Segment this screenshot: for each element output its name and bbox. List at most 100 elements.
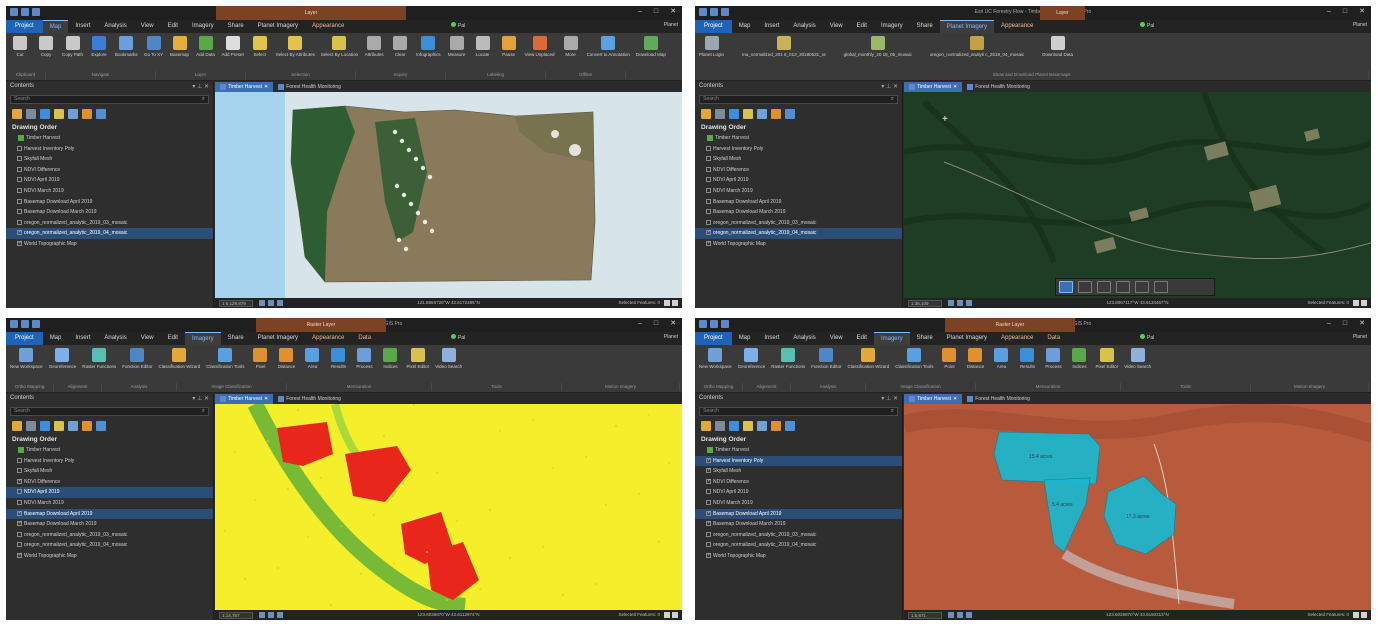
- tab-view[interactable]: View: [134, 20, 161, 33]
- layer-item[interactable]: Harvest Inventory Poly: [695, 144, 902, 155]
- ribbon-button[interactable]: Distance: [963, 348, 987, 369]
- layer-item[interactable]: oregon_normalized_analytic_2019_03_mosai…: [6, 218, 213, 229]
- map-canvas[interactable]: [215, 404, 682, 610]
- layer-item[interactable]: ✓ Harvest Inventory Poly: [695, 455, 902, 467]
- list-by-selection-icon[interactable]: [40, 109, 50, 119]
- tab-imagery[interactable]: Imagery: [184, 332, 221, 345]
- list-by-editing-icon[interactable]: [54, 421, 64, 431]
- ribbon-button[interactable]: Georeference: [736, 348, 768, 369]
- ribbon-button[interactable]: Point: [937, 348, 961, 369]
- map-tab[interactable]: Timber Harvest ✕: [904, 82, 963, 92]
- layer-visibility-checkbox[interactable]: [17, 198, 22, 204]
- ribbon-button[interactable]: Cut: [8, 36, 32, 57]
- tab-edit[interactable]: Edit: [850, 20, 874, 33]
- layer-item[interactable]: Harvest Inventory Poly: [6, 456, 213, 467]
- close-icon[interactable]: ✕: [264, 82, 268, 92]
- layer-item[interactable]: ✓ World Topographic Map: [6, 239, 213, 250]
- layer-visibility-checkbox[interactable]: [17, 542, 22, 548]
- tab-map[interactable]: Map: [732, 20, 758, 33]
- tab-project[interactable]: Project: [695, 20, 732, 33]
- ribbon-button[interactable]: Locate: [471, 36, 495, 57]
- tab-project[interactable]: Project: [6, 332, 43, 345]
- map-drawing[interactable]: 15.4 acres 5.4 acres 17.3 acres: [904, 404, 1371, 610]
- ribbon-button[interactable]: Video Search: [1122, 348, 1153, 369]
- map-tab[interactable]: Forest Health Monitoring: [273, 82, 346, 92]
- finish-sketch-icon[interactable]: [1154, 281, 1168, 293]
- map-tab[interactable]: Forest Health Monitoring: [273, 394, 346, 404]
- layer-item[interactable]: ✓ Basemap Download April 2019: [6, 508, 213, 520]
- ribbon-button[interactable]: More: [559, 36, 583, 57]
- layer-item[interactable]: Basemap Download March 2019: [695, 207, 902, 218]
- minimize-icon[interactable]: –: [638, 320, 642, 328]
- map-canvas[interactable]: 15.4 acres 5.4 acres 17.3 acres: [904, 404, 1371, 610]
- layer-item[interactable]: ✓ NDVI Difference: [695, 477, 902, 488]
- layer-visibility-checkbox[interactable]: [17, 177, 22, 183]
- ribbon-button[interactable]: Classification Wizard: [157, 348, 203, 369]
- ribbon-button[interactable]: Distance: [274, 348, 298, 369]
- layer-visibility-checkbox[interactable]: [706, 542, 711, 548]
- contents-search-input[interactable]: Search ⌕: [699, 95, 898, 104]
- tab-project[interactable]: Project: [6, 20, 43, 33]
- ribbon-button[interactable]: Indices: [378, 348, 402, 369]
- ribbon-button[interactable]: Download Data: [1040, 36, 1075, 57]
- ribbon-button[interactable]: Classification Tools: [893, 348, 935, 369]
- tab-planet-imagery[interactable]: Planet Imagery: [939, 20, 995, 33]
- map-view[interactable]: Timber Harvest ✕ Forest Health Monitoring…: [215, 394, 682, 620]
- map-drawing[interactable]: [215, 404, 682, 610]
- map-node-timber-harvest[interactable]: Timber Harvest: [6, 133, 213, 144]
- layer-item[interactable]: Basemap Download April 2019: [6, 197, 213, 208]
- layer-visibility-checkbox[interactable]: [706, 156, 711, 162]
- tab-view[interactable]: View: [823, 20, 850, 33]
- user-account[interactable]: Pal: [1140, 334, 1154, 341]
- ribbon-button[interactable]: Explore: [87, 36, 111, 57]
- layer-item[interactable]: ✓ NDVI Difference: [6, 477, 213, 488]
- tab-edit[interactable]: Edit: [161, 332, 185, 345]
- map-canvas[interactable]: +: [904, 92, 1371, 298]
- ribbon-button[interactable]: Process: [352, 348, 376, 369]
- list-by-selection-icon[interactable]: [729, 109, 739, 119]
- planet-account[interactable]: Planet: [664, 22, 678, 28]
- map-view[interactable]: Timber Harvest ✕ Forest Health Monitoring…: [904, 394, 1371, 620]
- layer-item[interactable]: ✓ World Topographic Map: [695, 551, 902, 562]
- ribbon-button[interactable]: Planet Login: [697, 36, 726, 57]
- ribbon-button[interactable]: Pause: [497, 36, 521, 57]
- ribbon-button[interactable]: Convert to Annotation: [585, 36, 632, 57]
- list-by-drawing-order-icon[interactable]: [12, 109, 22, 119]
- ribbon-button[interactable]: global_monthly_20 18_05_mosaic: [842, 36, 914, 57]
- layer-visibility-checkbox[interactable]: [706, 499, 711, 505]
- map-tab[interactable]: Timber Harvest ✕: [215, 82, 274, 92]
- layer-item[interactable]: NDVI March 2019: [6, 186, 213, 197]
- tab-share[interactable]: Share: [910, 332, 940, 345]
- line-tool-icon[interactable]: [1078, 281, 1092, 293]
- list-by-editing-icon[interactable]: [743, 421, 753, 431]
- tab-share[interactable]: Share: [221, 20, 251, 33]
- ribbon-button[interactable]: Clear: [388, 36, 412, 57]
- ribbon-button[interactable]: Bookmarks: [113, 36, 140, 57]
- layer-visibility-checkbox[interactable]: ✓: [706, 521, 711, 527]
- list-by-labeling-icon[interactable]: [771, 421, 781, 431]
- layer-visibility-checkbox[interactable]: ✓: [17, 510, 22, 516]
- layer-visibility-checkbox[interactable]: [706, 219, 711, 225]
- ribbon-button[interactable]: Infographics: [414, 36, 443, 57]
- tab-view[interactable]: View: [134, 332, 161, 345]
- layer-visibility-checkbox[interactable]: [17, 187, 22, 193]
- list-by-perspective-icon[interactable]: [785, 421, 795, 431]
- layer-item[interactable]: oregon_normalized_analytic_2019_04_mosai…: [695, 540, 902, 551]
- layer-visibility-checkbox[interactable]: ✓: [706, 240, 711, 246]
- list-by-perspective-icon[interactable]: [96, 421, 106, 431]
- ribbon-button[interactable]: Pixel Editor: [1093, 348, 1120, 369]
- list-by-selection-icon[interactable]: [40, 421, 50, 431]
- pause-drawing-icon[interactable]: [1353, 612, 1367, 618]
- ribbon-button[interactable]: Measure: [445, 36, 469, 57]
- map-tab[interactable]: Forest Health Monitoring: [962, 82, 1035, 92]
- layer-item[interactable]: NDVI March 2019: [695, 186, 902, 197]
- ribbon-button[interactable]: Indices: [1067, 348, 1091, 369]
- list-by-source-icon[interactable]: [715, 109, 725, 119]
- close-icon[interactable]: ✕: [1359, 320, 1365, 328]
- tab-appearance[interactable]: Appearance: [305, 332, 351, 345]
- map-node-timber-harvest[interactable]: Timber Harvest: [695, 133, 902, 144]
- ribbon-button[interactable]: ma_normalized_201 8_013_20180531_ra: [740, 36, 828, 57]
- map-view[interactable]: Timber Harvest ✕ Forest Health Monitoring…: [904, 82, 1371, 308]
- layer-item[interactable]: ✓ World Topographic Map: [695, 239, 902, 250]
- contents-search-input[interactable]: Search ⌕: [699, 407, 898, 416]
